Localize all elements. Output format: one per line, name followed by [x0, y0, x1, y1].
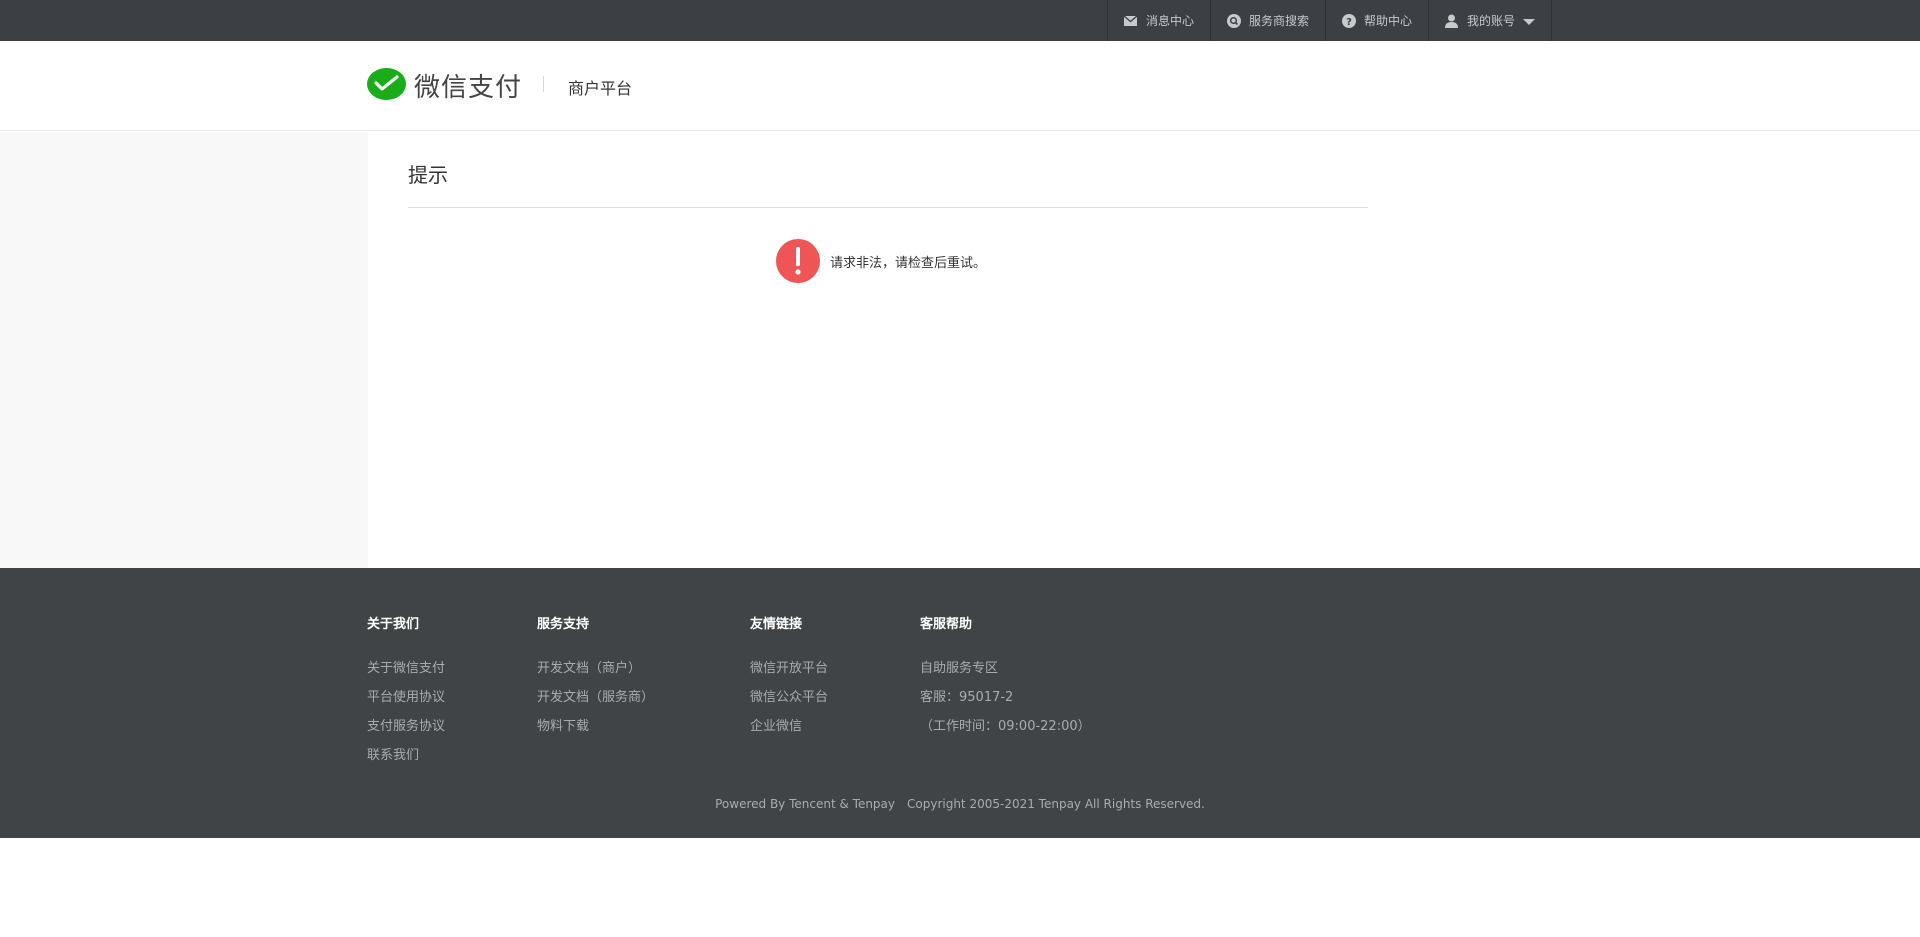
top-bar: 消息中心 服务商搜索 ? 帮助中心 我的账号	[0, 0, 1920, 41]
svg-text:?: ?	[1346, 17, 1352, 28]
header-divider	[543, 76, 544, 92]
copyright-text: Copyright 2005-2021 Tenpay All Rights Re…	[907, 797, 1205, 811]
footer-link[interactable]: 联系我们	[367, 741, 445, 770]
exclamation-icon	[776, 239, 820, 283]
wechat-pay-logo-icon	[367, 67, 406, 104]
footer: 关于我们 关于微信支付 平台使用协议 支付服务协议 联系我们 服务支持 开发文档…	[0, 568, 1920, 838]
topnav-help[interactable]: ? 帮助中心	[1324, 0, 1428, 41]
platform-name: 商户平台	[568, 79, 633, 98]
topnav-messages[interactable]: 消息中心	[1106, 0, 1210, 41]
error-text: 请求非法，请检查后重试。	[830, 255, 987, 271]
footer-col-support: 服务支持 开发文档（商户） 开发文档（服务商） 物料下载	[537, 613, 654, 741]
chevron-down-icon	[1523, 18, 1535, 25]
main-content: 提示 请求非法，请检查后重试。	[368, 132, 1920, 568]
user-icon	[1445, 14, 1459, 28]
logo[interactable]: 微信支付	[367, 67, 522, 104]
title-divider	[408, 207, 1368, 208]
copyright: Powered By Tencent & Tenpay Copyright 200…	[0, 797, 1920, 811]
service-phone: 客服：95017-2	[920, 690, 1014, 705]
footer-col-title: 客服帮助	[920, 617, 973, 632]
service-hours: （工作时间：09:00-22:00）	[920, 719, 1091, 734]
footer-link[interactable]: 微信开放平台	[750, 654, 828, 683]
footer-col-about: 关于我们 关于微信支付 平台使用协议 支付服务协议 联系我们	[367, 613, 445, 770]
footer-link[interactable]: 物料下载	[537, 712, 654, 741]
topnav-provider-search-label: 服务商搜索	[1248, 14, 1309, 28]
footer-link[interactable]: 微信公众平台	[750, 683, 828, 712]
question-icon: ?	[1341, 13, 1356, 28]
logo-text: 微信支付	[414, 73, 523, 103]
powered-by: Powered By Tencent & Tenpay	[715, 797, 895, 811]
footer-col-title: 服务支持	[537, 617, 590, 632]
search-icon	[1226, 13, 1241, 28]
header: 微信支付 商户平台	[0, 41, 1920, 131]
footer-link[interactable]: 开发文档（商户）	[537, 654, 654, 683]
footer-link[interactable]: 平台使用协议	[367, 683, 445, 712]
footer-link[interactable]: 企业微信	[750, 712, 828, 741]
top-nav: 消息中心 服务商搜索 ? 帮助中心 我的账号	[1106, 0, 1552, 41]
topnav-help-label: 帮助中心	[1363, 14, 1412, 28]
footer-link[interactable]: 关于微信支付	[367, 654, 445, 683]
footer-col-title: 友情链接	[750, 617, 803, 632]
footer-link[interactable]: 自助服务专区	[920, 654, 1091, 683]
mail-icon	[1124, 14, 1138, 28]
footer-col-title: 关于我们	[367, 617, 420, 632]
error-message: 请求非法，请检查后重试。	[776, 239, 986, 283]
sidebar	[0, 132, 368, 568]
topnav-messages-label: 消息中心	[1145, 14, 1194, 28]
topnav-account[interactable]: 我的账号	[1427, 0, 1552, 41]
footer-link[interactable]: 支付服务协议	[367, 712, 445, 741]
footer-link[interactable]: 开发文档（服务商）	[537, 683, 654, 712]
footer-col-links: 友情链接 微信开放平台 微信公众平台 企业微信	[750, 613, 828, 741]
page-title: 提示	[408, 163, 448, 187]
footer-col-help: 客服帮助 自助服务专区 客服：95017-2 （工作时间：09:00-22:00…	[920, 613, 1091, 741]
topnav-provider-search[interactable]: 服务商搜索	[1209, 0, 1325, 41]
topnav-account-label: 我的账号	[1466, 14, 1515, 28]
